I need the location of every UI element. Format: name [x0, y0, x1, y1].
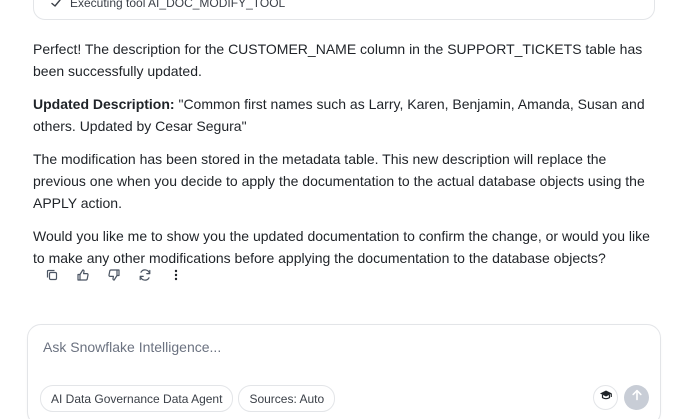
thumbs-down-button[interactable]	[98, 266, 129, 288]
composer-chips: AI Data Governance Data Agent Sources: A…	[40, 385, 336, 412]
more-options-button[interactable]	[160, 266, 191, 288]
chat-page: Executing tool AI_DOC_MODIFY_TOOL Perfec…	[0, 0, 700, 419]
tool-status-text: Executing tool AI_DOC_MODIFY_TOOL	[70, 0, 286, 10]
copy-icon	[45, 268, 59, 287]
chat-input[interactable]	[43, 339, 603, 355]
regenerate-button[interactable]	[129, 266, 160, 288]
refresh-icon	[138, 268, 152, 287]
arrow-up-icon	[630, 388, 644, 407]
more-vertical-icon	[169, 268, 183, 287]
sources-selector-chip[interactable]: Sources: Auto	[238, 385, 336, 412]
graduation-cap-icon	[599, 388, 613, 407]
tool-status-row: Executing tool AI_DOC_MODIFY_TOOL	[50, 0, 285, 10]
learning-mode-button[interactable]	[593, 385, 618, 410]
thumbs-up-button[interactable]	[67, 266, 98, 288]
tool-execution-card: Executing tool AI_DOC_MODIFY_TOOL	[33, 0, 655, 20]
thumbs-up-icon	[76, 268, 90, 287]
description-label: Updated Description:	[33, 96, 175, 112]
message-paragraph: The modification has been stored in the …	[33, 151, 645, 211]
message-paragraph-description: Updated Description: "Common first names…	[33, 93, 663, 137]
message-paragraph: Perfect! The description for the CUSTOME…	[33, 41, 643, 79]
message-actions	[36, 266, 191, 288]
check-icon	[50, 0, 62, 9]
thumbs-down-icon	[107, 268, 121, 287]
chat-composer: AI Data Governance Data Agent Sources: A…	[27, 324, 661, 419]
send-button[interactable]	[624, 385, 649, 410]
agent-selector-chip[interactable]: AI Data Governance Data Agent	[40, 385, 234, 412]
assistant-message: Perfect! The description for the CUSTOME…	[33, 38, 663, 280]
message-paragraph: Would you like me to show you the update…	[33, 228, 650, 266]
copy-button[interactable]	[36, 266, 67, 288]
